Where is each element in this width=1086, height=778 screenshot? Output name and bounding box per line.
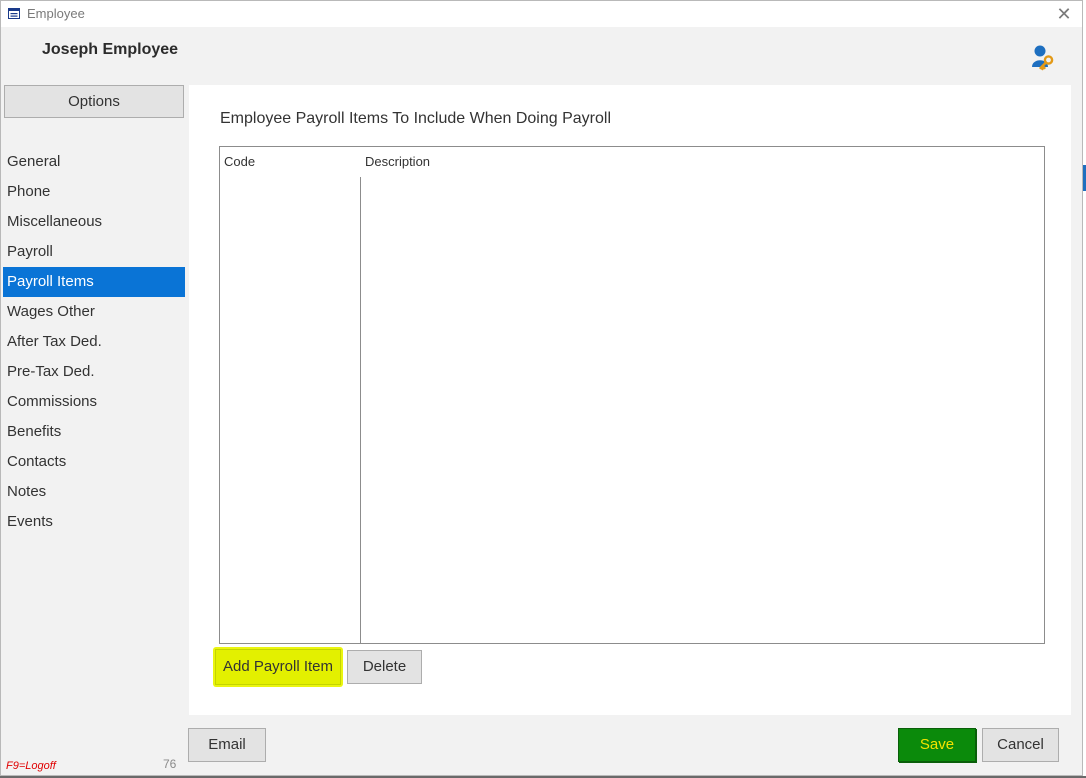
options-button[interactable]: Options	[4, 85, 184, 118]
sidebar-item-miscellaneous[interactable]: Miscellaneous	[3, 207, 185, 237]
sidebar-item-pre-tax-ded[interactable]: Pre-Tax Ded.	[3, 357, 185, 387]
window-title: Employee	[27, 6, 85, 21]
save-button[interactable]: Save	[898, 728, 976, 762]
column-header-description[interactable]: Description	[365, 154, 430, 169]
sidebar-item-benefits[interactable]: Benefits	[3, 417, 185, 447]
payroll-items-panel: Employee Payroll Items To Include When D…	[189, 85, 1071, 715]
employee-header: Joseph Employee	[1, 27, 1082, 85]
column-divider	[360, 147, 361, 643]
sidebar-item-commissions[interactable]: Commissions	[3, 387, 185, 417]
delete-button[interactable]: Delete	[347, 650, 422, 684]
logoff-hint: F9=Logoff	[6, 760, 56, 772]
close-icon[interactable]: ✕	[1054, 4, 1074, 24]
add-payroll-item-button[interactable]: Add Payroll Item	[215, 649, 341, 685]
sidebar: Options General Phone Miscellaneous Payr…	[1, 85, 187, 775]
email-button[interactable]: Email	[188, 728, 266, 762]
panel-title: Employee Payroll Items To Include When D…	[220, 110, 611, 127]
window-icon	[8, 8, 20, 19]
sidebar-nav: General Phone Miscellaneous Payroll Payr…	[3, 147, 185, 537]
sidebar-item-wages-other[interactable]: Wages Other	[3, 297, 185, 327]
sidebar-item-general[interactable]: General	[3, 147, 185, 177]
sidebar-item-notes[interactable]: Notes	[3, 477, 185, 507]
user-key-icon[interactable]	[1029, 43, 1057, 71]
employee-dialog: Employee ✕ Joseph Employee Options Gener…	[0, 0, 1083, 776]
payroll-items-table[interactable]: Code Description	[219, 146, 1045, 644]
column-header-code[interactable]: Code	[224, 154, 255, 169]
cancel-button[interactable]: Cancel	[982, 728, 1059, 762]
sidebar-item-payroll-items[interactable]: Payroll Items	[3, 267, 185, 297]
sidebar-item-events[interactable]: Events	[3, 507, 185, 537]
employee-name: Joseph Employee	[42, 41, 179, 58]
sidebar-item-contacts[interactable]: Contacts	[3, 447, 185, 477]
record-count: 76	[163, 757, 177, 771]
title-bar: Employee ✕	[1, 1, 1082, 27]
sidebar-item-payroll[interactable]: Payroll	[3, 237, 185, 267]
sidebar-item-phone[interactable]: Phone	[3, 177, 185, 207]
sidebar-item-after-tax-ded[interactable]: After Tax Ded.	[3, 327, 185, 357]
